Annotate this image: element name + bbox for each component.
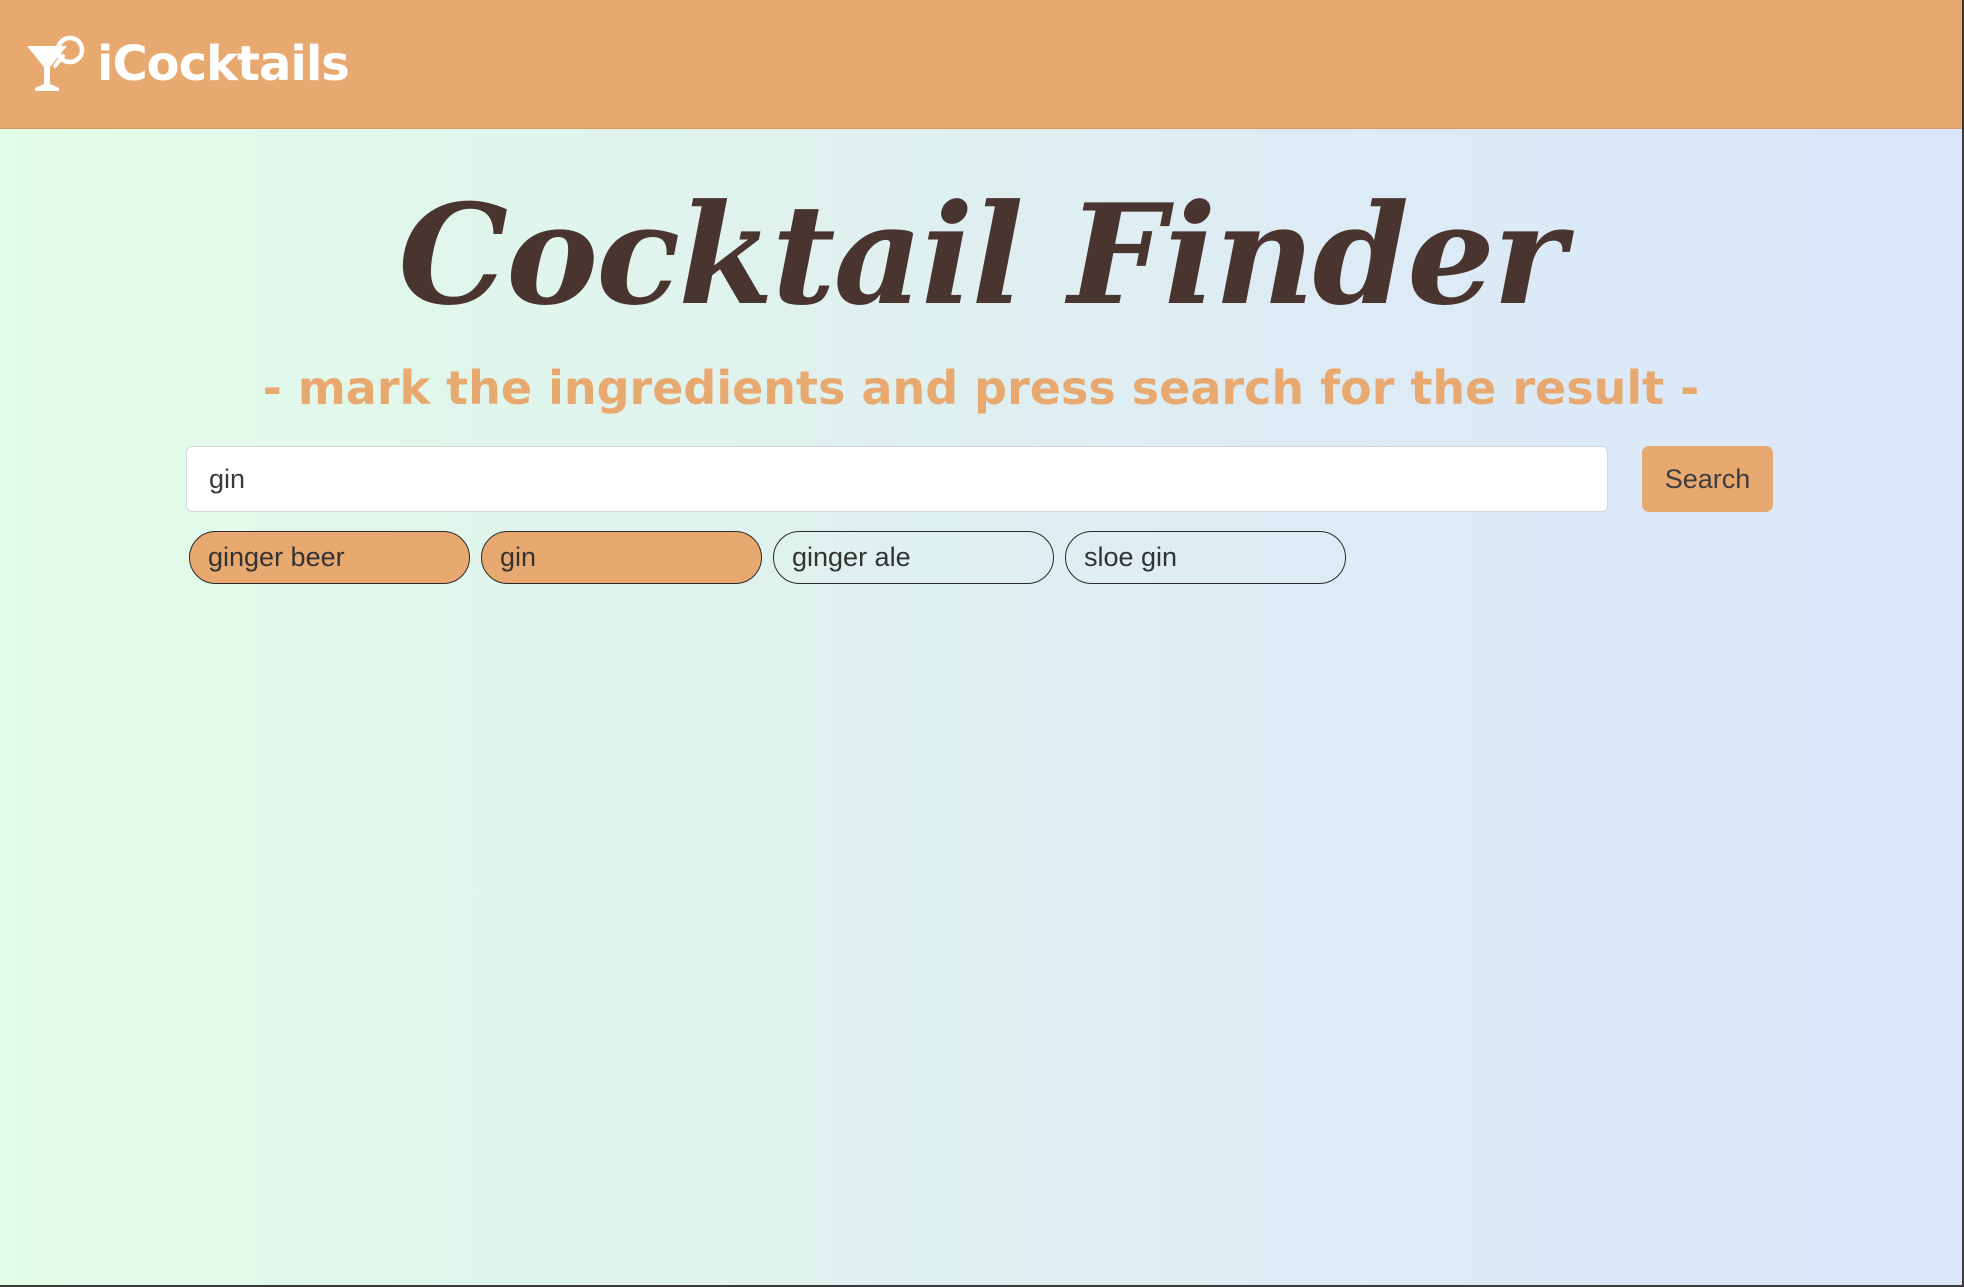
brand-name: iCocktails [97, 36, 350, 92]
ingredient-chip-label: ginger ale [792, 542, 911, 572]
brand-link[interactable]: iCocktails [25, 34, 350, 94]
cocktail-glass-icon [27, 35, 85, 91]
ingredient-chip[interactable]: sloe gin [1065, 531, 1346, 584]
search-button[interactable]: Search [1642, 446, 1773, 512]
ingredient-chip[interactable]: gin [481, 531, 762, 584]
ingredient-chip-label: ginger beer [208, 542, 345, 572]
page-title: Cocktail Finder [398, 173, 1565, 336]
ingredient-chip[interactable]: ginger ale [773, 531, 1054, 584]
navbar: iCocktails [0, 0, 1962, 129]
ingredient-chip[interactable]: ginger beer [189, 531, 470, 584]
ingredient-chip-label: sloe gin [1084, 542, 1178, 572]
ingredient-search-input[interactable] [186, 446, 1608, 512]
ingredient-suggestions: ginger beer gin ginger ale sloe gin [189, 531, 1346, 584]
page-subtitle: - mark the ingredients and press search … [262, 361, 1700, 415]
ingredient-chip-label: gin [500, 542, 537, 572]
